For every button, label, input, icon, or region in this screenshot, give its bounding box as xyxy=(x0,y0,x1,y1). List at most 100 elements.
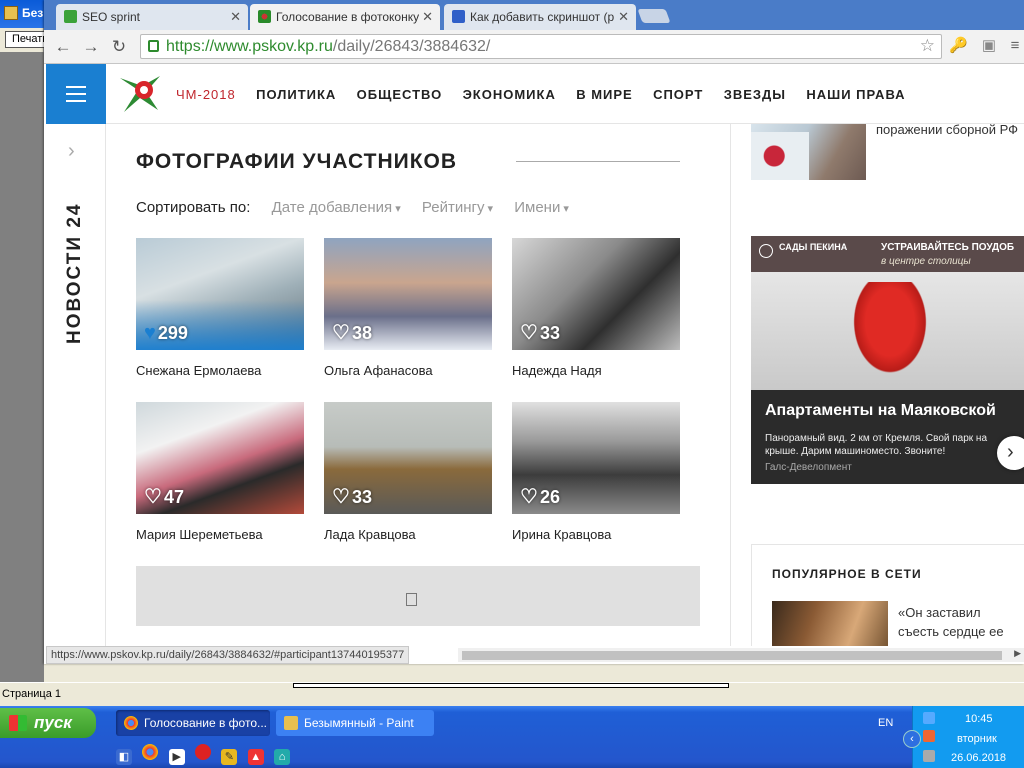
kp-worldcup-logo-icon[interactable] xyxy=(116,72,164,116)
close-icon[interactable]: ✕ xyxy=(615,9,629,25)
tab-photo-contest[interactable]: Голосование в фотоконкурс ✕ xyxy=(250,4,440,30)
reload-icon[interactable]: ↻ xyxy=(108,36,130,58)
popular-headline[interactable]: «Он заставил съесть сердце ее xyxy=(898,603,1004,641)
participant-name[interactable]: Мария Шереметьева xyxy=(136,527,304,542)
sort-by-date[interactable]: Дате добавления xyxy=(272,199,401,216)
participant-name[interactable]: Ольга Афанасова xyxy=(324,363,492,378)
tab-seo-sprint[interactable]: SEO sprint ✕ xyxy=(56,4,248,30)
scroll-right-arrow-icon[interactable]: ▶ xyxy=(1014,648,1021,659)
participant-card[interactable]: ♡ 33 Лада Кравцова xyxy=(324,402,492,542)
ad-placeholder[interactable] xyxy=(136,566,700,626)
hamburger-menu-button[interactable] xyxy=(46,64,106,124)
like-counter[interactable]: ♥ 299 xyxy=(144,322,188,345)
language-indicator[interactable]: EN xyxy=(878,717,893,729)
chevron-left-icon[interactable]: ‹ xyxy=(903,730,921,748)
tab-screenshot-help[interactable]: Как добавить скриншот (р ✕ xyxy=(444,4,636,30)
taskbar-button-paint[interactable]: Безымянный - Paint xyxy=(276,710,434,736)
paint-print-button[interactable]: Печать xyxy=(5,31,48,48)
horizontal-scrollbar[interactable]: ▶ xyxy=(458,648,1024,662)
start-button[interactable]: пуск xyxy=(0,708,96,738)
nav-item-economy[interactable]: ЭКОНОМИКА xyxy=(463,87,556,102)
heart-outline-icon[interactable]: ♡ xyxy=(520,484,538,509)
close-icon[interactable]: ✕ xyxy=(419,9,433,25)
participant-photo[interactable]: ♥ 299 xyxy=(136,238,304,350)
nav-item-politics[interactable]: ПОЛИТИКА xyxy=(256,87,336,102)
participant-name[interactable]: Лада Кравцова xyxy=(324,527,492,542)
paint-canvas[interactable] xyxy=(0,52,44,682)
participant-card[interactable]: ♥ 299 Снежана Ермолаева xyxy=(136,238,304,378)
participant-photo[interactable]: ♡ 33 xyxy=(512,238,680,350)
address-url[interactable]: https://www.pskov.kp.ru/daily/26843/3884… xyxy=(166,38,490,56)
extension-icon[interactable]: ▣ xyxy=(980,37,998,55)
like-counter[interactable]: ♡ 33 xyxy=(332,484,372,509)
sort-bar: Сортировать по: Дате добавления Рейтингу… xyxy=(136,199,569,216)
heart-outline-icon[interactable]: ♡ xyxy=(332,320,350,345)
sort-by-rating[interactable]: Рейтингу xyxy=(422,199,493,216)
address-bar[interactable]: https://www.pskov.kp.ru/daily/26843/3884… xyxy=(140,34,942,59)
nav-item-stars[interactable]: ЗВЕЗДЫ xyxy=(724,87,786,102)
participant-card[interactable]: ♡ 47 Мария Шереметьева xyxy=(136,402,304,542)
red-chair-image xyxy=(847,282,933,382)
editor-icon[interactable]: ✎ xyxy=(221,749,238,765)
show-desktop-icon[interactable]: ◧ xyxy=(116,749,132,765)
clock-time[interactable]: 10:45 xyxy=(965,713,993,725)
like-counter[interactable]: ♡ 47 xyxy=(144,484,184,509)
heart-outline-icon[interactable]: ♡ xyxy=(144,484,162,509)
taskbar: пуск Голосование в фото... Безымянный - … xyxy=(0,706,1024,768)
participant-photo[interactable]: ♡ 33 xyxy=(324,402,492,514)
paint-status-bar: Страница 1 xyxy=(0,682,1024,706)
news-thumbnail[interactable] xyxy=(751,124,866,180)
back-arrow-icon[interactable]: ← xyxy=(52,36,74,58)
nav-item-sport[interactable]: СПОРТ xyxy=(653,87,703,102)
new-tab-button[interactable] xyxy=(637,9,671,23)
like-counter[interactable]: ♡ 38 xyxy=(332,320,372,345)
participant-card[interactable]: ♡ 26 Ирина Кравцова xyxy=(512,402,680,542)
participant-photo[interactable]: ♡ 26 xyxy=(512,402,680,514)
nav-item-worldcup[interactable]: ЧМ-2018 xyxy=(176,87,236,102)
nav-item-society[interactable]: ОБЩЕСТВО xyxy=(357,87,443,102)
nav-item-rights[interactable]: НАШИ ПРАВА xyxy=(806,87,905,102)
participant-photo[interactable]: ♡ 47 xyxy=(136,402,304,514)
forward-arrow-icon[interactable]: → xyxy=(80,36,102,58)
participant-card[interactable]: ♡ 38 Ольга Афанасова xyxy=(324,238,492,378)
like-counter[interactable]: ♡ 26 xyxy=(520,484,560,509)
tray-app-icon[interactable] xyxy=(923,730,935,742)
heart-outline-icon[interactable]: ♡ xyxy=(520,320,538,345)
volume-icon[interactable] xyxy=(923,750,935,762)
chrome-icon[interactable] xyxy=(142,744,159,760)
news-snippet[interactable]: поражении сборной РФ xyxy=(876,122,1018,137)
utility-icon[interactable]: ⌂ xyxy=(274,749,291,765)
app-icon[interactable]: ▲ xyxy=(247,749,264,765)
bookmark-star-icon[interactable]: ☆ xyxy=(920,36,935,56)
participant-card[interactable]: ♡ 33 Надежда Надя xyxy=(512,238,680,378)
advertisement-banner[interactable]: САДЫ ПЕКИНА УСТРАИВАЙТЕСЬ ПОУДОБ в центр… xyxy=(751,236,1024,484)
participant-photo[interactable]: ♡ 38 xyxy=(324,238,492,350)
sort-label: Сортировать по: xyxy=(136,199,251,216)
ad-source[interactable]: Галс-Девелопмент xyxy=(765,462,852,473)
participant-name[interactable]: Снежана Ермолаева xyxy=(136,363,304,378)
photo-gallery: ФОТОГРАФИИ УЧАСТНИКОВ Сортировать по: Да… xyxy=(106,124,730,646)
participant-name[interactable]: Надежда Надя xyxy=(512,363,680,378)
nav-item-world[interactable]: В МИРЕ xyxy=(576,87,633,102)
heart-outline-icon[interactable]: ♡ xyxy=(332,484,350,509)
chevron-right-icon[interactable]: › xyxy=(68,140,75,163)
forum-favicon-icon xyxy=(452,10,465,23)
media-player-icon[interactable]: ▶ xyxy=(168,749,185,765)
ad-headline[interactable]: Апартаменты на Маяковской xyxy=(765,402,996,420)
popular-thumbnail[interactable] xyxy=(772,601,888,646)
like-counter[interactable]: ♡ 33 xyxy=(520,320,560,345)
heart-icon[interactable]: ♥ xyxy=(144,322,156,345)
menu-icon[interactable]: ≡ xyxy=(1006,37,1024,55)
participant-name[interactable]: Ирина Кравцова xyxy=(512,527,680,542)
opera-icon[interactable] xyxy=(195,744,212,760)
paint-selection-box xyxy=(293,683,729,688)
taskbar-button-chrome[interactable]: Голосование в фото... xyxy=(116,710,270,736)
key-extension-icon[interactable]: 🔑 xyxy=(949,37,968,55)
news24-label[interactable]: НОВОСТИ 24 xyxy=(64,203,86,344)
network-icon[interactable] xyxy=(923,712,935,724)
chevron-right-icon[interactable]: › xyxy=(997,436,1024,470)
scrollbar-thumb[interactable] xyxy=(462,651,1002,660)
sort-by-name[interactable]: Имени xyxy=(514,199,569,216)
close-icon[interactable]: ✕ xyxy=(230,9,241,25)
news24-sidebar: › НОВОСТИ 24 xyxy=(46,124,106,646)
